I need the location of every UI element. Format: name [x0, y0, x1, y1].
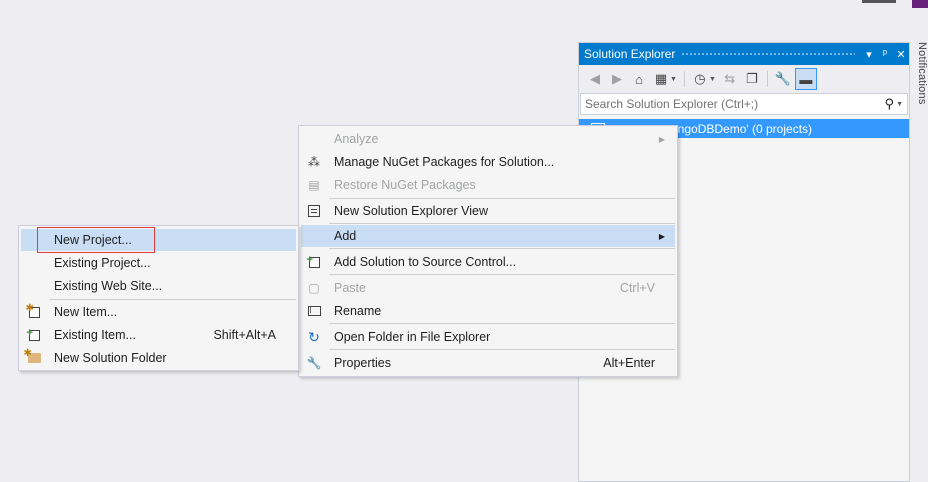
solution-context-menu: Analyze ▶ ⁂ Manage NuGet Packages for So… [298, 125, 678, 377]
menu-separator [49, 299, 296, 300]
wrench-icon: 🔧 [306, 356, 322, 370]
menu-item-label: Add Solution to Source Control... [334, 255, 517, 269]
pending-changes-dropdown-icon[interactable]: ▼ [709, 76, 716, 83]
new-item-icon: ✱ [26, 303, 42, 320]
solution-explorer-title: Solution Explorer [584, 47, 676, 61]
toolbar-divider [766, 71, 768, 87]
solution-explorer-title-bar[interactable]: Solution Explorer ▾ ᵖ ✕ [579, 43, 909, 65]
new-folder-icon: ✱ [24, 348, 42, 366]
menu-item-add-to-source-control[interactable]: + Add Solution to Source Control... [301, 251, 675, 273]
search-options-dropdown-icon[interactable]: ▼ [896, 101, 907, 108]
menu-item-label: Open Folder in File Explorer [334, 330, 491, 344]
submenu-item-new-project[interactable]: New Project... [21, 227, 296, 253]
title-bar-glyph [862, 0, 896, 3]
menu-item-add[interactable]: Add ▶ [301, 225, 675, 247]
menu-separator [329, 198, 675, 199]
menu-item-restore-nuget[interactable]: ▤ Restore NuGet Packages [301, 174, 675, 196]
menu-item-manage-nuget[interactable]: ⁂ Manage NuGet Packages for Solution... [301, 151, 675, 173]
menu-item-properties[interactable]: 🔧 Properties Alt+Enter [301, 352, 675, 374]
menu-separator [329, 223, 675, 224]
menu-item-shortcut: Shift+Alt+A [213, 328, 276, 342]
menu-item-label: Add [334, 229, 357, 243]
callout-highlight-box [37, 227, 155, 253]
menu-item-new-solution-explorer-view[interactable]: New Solution Explorer View [301, 200, 675, 222]
menu-item-analyze[interactable]: Analyze ▶ [301, 128, 675, 150]
menu-item-shortcut: Ctrl+V [619, 281, 655, 295]
menu-item-label: Manage NuGet Packages for Solution... [334, 155, 555, 169]
submenu-item-existing-web-site[interactable]: Existing Web Site... [21, 275, 296, 297]
menu-item-paste[interactable]: ▢ Paste Ctrl+V [301, 277, 675, 299]
solution-explorer-search-input[interactable]: Search Solution Explorer (Ctrl+;) ⚲ ▼ [580, 93, 908, 115]
menu-separator [329, 323, 675, 324]
add-source-control-icon: + [306, 254, 322, 270]
new-view-icon [306, 203, 322, 219]
menu-item-label: Analyze [334, 132, 379, 146]
rename-icon: I [306, 303, 322, 319]
menu-item-label: New Solution Folder [54, 351, 167, 365]
menu-item-label: Existing Web Site... [54, 279, 163, 293]
search-icon[interactable]: ⚲ [885, 96, 897, 112]
menu-item-label: New Item... [54, 305, 118, 319]
submenu-item-existing-project[interactable]: Existing Project... [21, 252, 296, 274]
submenu-item-existing-item[interactable]: + Existing Item... Shift+Alt+A [21, 324, 296, 346]
menu-separator [329, 248, 675, 249]
close-icon[interactable]: ✕ [893, 48, 909, 61]
menu-item-label: Properties [334, 356, 391, 370]
menu-separator [329, 274, 675, 275]
sync-with-document-icon[interactable]: ⇆ [720, 69, 740, 89]
submenu-arrow-icon: ▶ [658, 231, 665, 241]
pin-icon[interactable]: ᵖ [877, 48, 893, 60]
notifications-tab[interactable]: Notifications [914, 42, 928, 122]
menu-item-label: Existing Project... [54, 256, 151, 270]
nuget-icon: ⁂ [308, 155, 320, 169]
preview-selected-items-icon[interactable]: ▬ [794, 68, 817, 90]
paste-icon: ▢ [308, 281, 320, 295]
menu-item-label: Rename [334, 304, 382, 318]
submenu-item-new-item[interactable]: ✱ New Item... [21, 301, 296, 323]
menu-item-shortcut: Alt+Enter [603, 356, 655, 370]
collapse-all-icon[interactable]: ❐ [742, 69, 762, 89]
menu-item-label: Restore NuGet Packages [334, 178, 476, 192]
toolbar-divider [683, 71, 685, 87]
home-icon[interactable]: ⌂ [629, 69, 649, 89]
search-placeholder: Search Solution Explorer (Ctrl+;) [585, 97, 759, 111]
menu-item-label: Paste [334, 281, 366, 295]
switch-views-dropdown-icon[interactable]: ▼ [670, 76, 677, 83]
restore-icon: ▤ [308, 178, 320, 192]
switch-views-icon[interactable]: ▦ [651, 69, 671, 89]
title-bar-accent [912, 0, 928, 8]
menu-item-label: Existing Item... [54, 328, 136, 342]
add-submenu: New Project... Existing Project... Exist… [18, 225, 299, 371]
title-grip [681, 51, 855, 57]
menu-item-open-folder[interactable]: ↻ Open Folder in File Explorer [301, 326, 675, 348]
pending-changes-filter-icon[interactable]: ◷ [690, 69, 710, 89]
back-icon[interactable]: ◀ [585, 69, 605, 89]
menu-separator [329, 349, 675, 350]
menu-item-label: New Solution Explorer View [334, 204, 489, 218]
menu-item-rename[interactable]: I Rename [301, 300, 675, 322]
refresh-arrow-icon: ↻ [308, 328, 320, 345]
forward-icon[interactable]: ▶ [607, 69, 627, 89]
properties-wrench-icon[interactable]: 🔧 [773, 69, 793, 89]
window-position-dropdown-icon[interactable]: ▾ [861, 48, 877, 61]
submenu-arrow-icon: ▶ [658, 134, 665, 144]
solution-explorer-toolbar: ◀ ▶ ⌂ ▦ ▼ ◷ ▼ ⇆ ❐ 🔧 ▬ [579, 65, 909, 93]
existing-item-icon: + [26, 327, 42, 343]
submenu-item-new-solution-folder[interactable]: ✱ New Solution Folder [21, 347, 296, 369]
